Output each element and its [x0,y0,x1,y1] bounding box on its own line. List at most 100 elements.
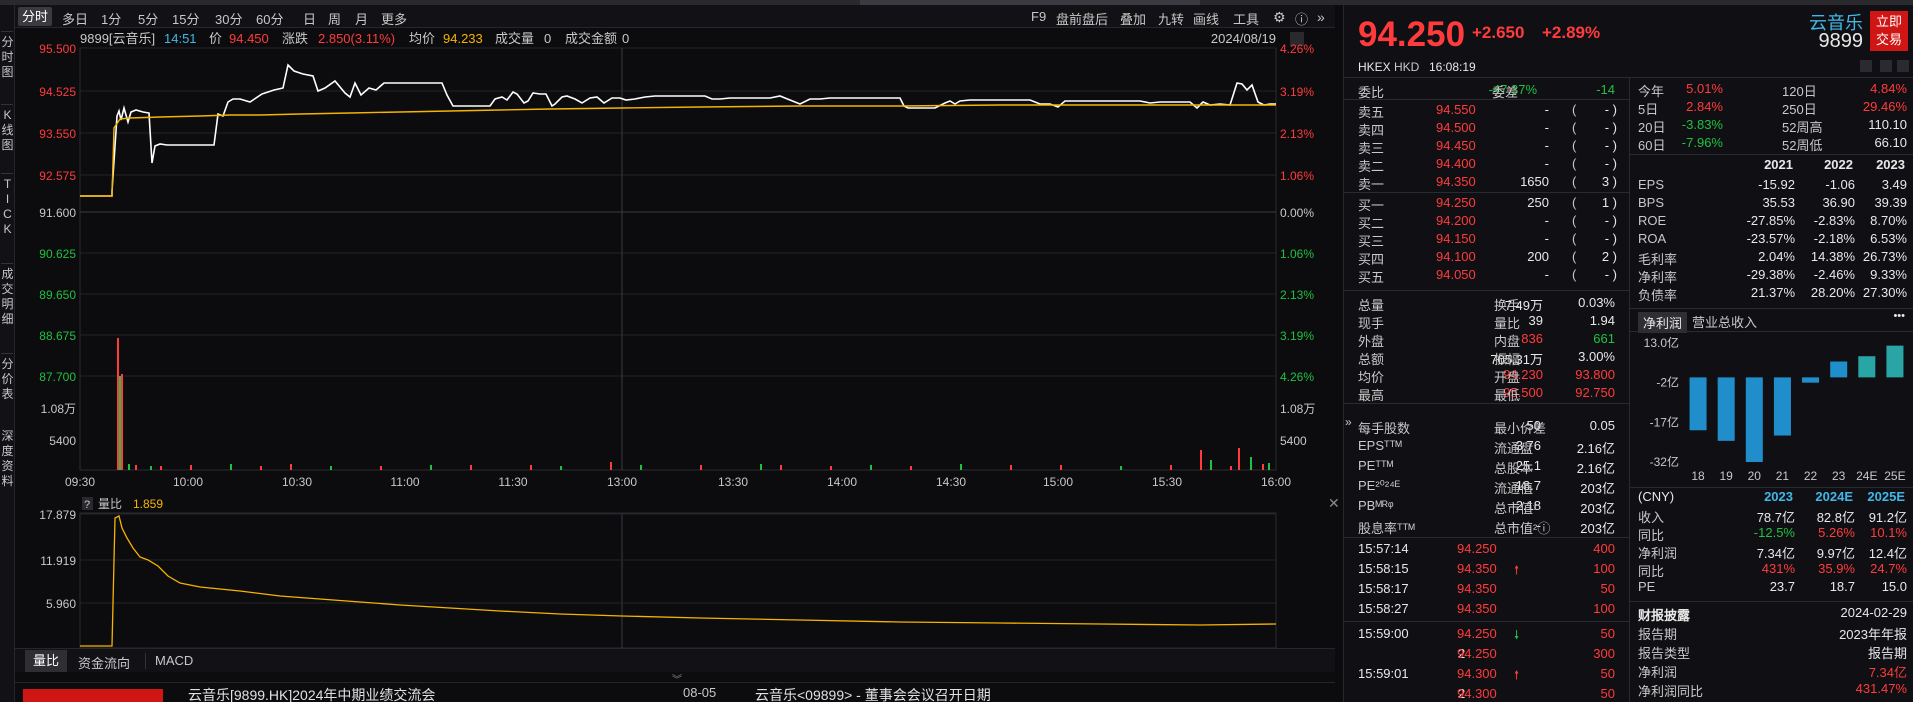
report-label-1: 报告类型 [1638,646,1691,661]
ask-count-2: - ) [1604,138,1617,153]
news-headline-2[interactable]: 云音乐<09899> - 董事会会议召开日期 [755,685,991,702]
ask-paren-l-4: ( [1572,174,1577,189]
fin-label-0: EPS [1638,177,1665,192]
toolbar-right-3[interactable]: 九转 [1158,9,1184,28]
chart-header-6: 均价 [409,31,435,46]
forecast-value-4-2: 15.0 [1881,579,1907,594]
perf-label-b-1: 250日 [1782,102,1817,117]
fin-value-4-2: 26.73% [1862,249,1907,264]
vol-bar-4 [135,465,137,470]
info-value-b-0: 0.05 [1589,418,1615,433]
lock-icon[interactable] [1897,60,1909,72]
info-label-a-5: 股息率ᵀᵀᴹ [1358,521,1415,536]
report-value-3: 431.47% [1855,681,1907,696]
vol-bar-2 [121,374,123,470]
bottom-tab-2[interactable]: MACD [155,653,193,668]
timeframe-6[interactable]: 60分 [256,9,283,28]
vol-bar-29 [1170,465,1172,470]
bar-ytick-2: -17亿 [1650,414,1679,429]
timeframe-2[interactable]: 1分 [101,9,121,28]
timeframe-3[interactable]: 5分 [138,9,158,28]
timeframe-9[interactable]: 月 [355,9,368,28]
news-headline-1[interactable]: 云音乐[9899.HK]2024年中期业绩交流会 [188,685,435,702]
info-value-b-3: 203亿 [1580,481,1615,496]
stat-value-b-1: 1.94 [1589,313,1615,328]
vol-bar-36 [1268,463,1270,470]
profit-bar-2 [1745,377,1763,462]
sub-chart-label: 量比 [98,497,122,511]
toolbar-right-5[interactable]: 工具 [1233,9,1259,28]
price-tick-0: 95.500 [39,42,76,56]
intraday-chart[interactable]: 9899[云音乐] 14:51 价 94.450 涨跌 2.850(3.11%) 均价 94.… [0,28,1340,648]
toolbar-right-4[interactable]: 画线 [1193,9,1219,28]
toolbar-right-1[interactable]: 盘前盘后 [1056,9,1108,28]
perf-label-a-3: 60日 [1638,138,1666,153]
timeframe-4[interactable]: 15分 [172,9,199,28]
ask-price-1: 94.500 [1436,120,1476,135]
profit-tab-0: 净利润 [1638,312,1688,333]
vol-bar-20 [760,464,762,470]
tick-vol-1: 100 [1593,561,1615,576]
timeframe-5[interactable]: 30分 [215,9,242,28]
tick-time-6: 15:59:01 [1358,666,1409,681]
tick-price-1: 94.350 [1457,561,1497,576]
bid-paren-l-2: ( [1572,231,1577,246]
info-label-b-5: 总市值²ⓘ [1494,521,1551,536]
stat-label-b-4: 开盘 [1494,370,1521,385]
fin-value-5-0: -29.38% [1746,267,1795,282]
ask-vol-1: - [1544,120,1549,135]
pct-tick-3: 1.06% [1280,169,1314,183]
bid-label-2: 买三 [1358,234,1385,249]
tick-time-0: 15:57:14 [1358,541,1409,556]
forecast-year-0: 2023 [1764,489,1793,504]
expand-icon[interactable]: » [1317,9,1325,25]
stat-value-a-1: 39 [1528,313,1543,328]
tick-time-2: 15:58:17 [1358,581,1409,596]
profit-bar-5 [1830,361,1848,378]
report-label-2: 净利润 [1638,665,1678,680]
price-tick-6: 89.650 [39,288,76,302]
vol-bar-13 [430,465,432,470]
ask-vol-0: - [1544,102,1549,117]
stat-label-a-3: 总额 [1358,352,1385,367]
bar-xtick-2: 20 [1748,469,1762,483]
report-label-3: 净利润同比 [1638,684,1704,699]
ask-count-3: - ) [1604,156,1617,171]
news-thumbnail[interactable] [23,689,163,702]
bottom-tab-0[interactable]: 量比 [25,650,68,672]
fin-value-2-1: -2.83% [1813,213,1855,228]
chart-header-8: 成交量 [495,31,534,46]
trade-now-button[interactable]: 立即 交易 [1870,11,1908,51]
vol-bar-3 [128,464,130,470]
bar-ytick-3: -32亿 [1650,454,1679,469]
bid-vol-3: 200 [1527,249,1549,264]
toolbar-right-2[interactable]: 叠加 [1120,9,1146,28]
toolbar-right-0[interactable]: F9 [1031,9,1046,24]
info-label-a-0: 每手股数 [1358,421,1411,436]
report-value-2: 7.34亿 [1868,665,1907,680]
help-icon[interactable]: ⓘ [1295,9,1308,28]
quote-time: 16:08:19 [1429,60,1476,74]
forecast-value-3-0: 431% [1761,561,1795,576]
gear-icon[interactable]: ⚙ [1273,9,1286,26]
timeframe-10[interactable]: 更多 [381,9,407,28]
report-date: 2024-02-29 [1840,605,1908,620]
bid-count-1: - ) [1604,213,1617,228]
timeframe-7[interactable]: 日 [303,9,316,28]
time-tick-1: 10:00 [173,475,203,489]
trash-icon[interactable] [1880,60,1892,72]
exchange: HKEX [1358,60,1391,74]
timeframe-8[interactable]: 周 [328,9,341,28]
bar-ytick-1: -2亿 [1656,375,1679,390]
profit-bar-0 [1689,377,1707,431]
bid-price-1: 94.200 [1436,213,1476,228]
time-tick-0: 09:30 [65,475,95,489]
timeframe-0[interactable]: 分时 [18,7,53,26]
fin-value-3-1: -2.18% [1813,231,1855,246]
perf-label-a-0: 今年 [1638,84,1665,99]
pencil-icon[interactable] [1860,60,1872,72]
bottom-tab-1[interactable]: 资金流向 [78,653,130,672]
timeframe-1[interactable]: 多日 [62,9,88,28]
pct-tick-5: 1.06% [1280,247,1314,261]
sub-chart-frame [79,512,1277,648]
